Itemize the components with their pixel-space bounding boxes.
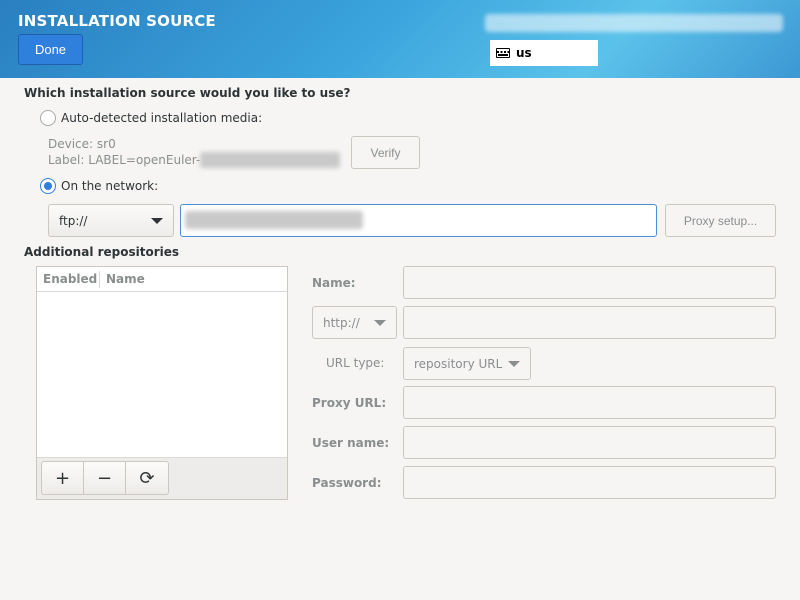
source-question: Which installation source would you like…: [24, 86, 351, 100]
redacted-media-label: [200, 152, 340, 168]
media-label-info: Label: LABEL=openEuler-: [48, 153, 201, 167]
refresh-repo-button[interactable]: ⟳: [126, 462, 168, 494]
url-type-value: repository URL: [414, 356, 503, 371]
chevron-down-icon: [508, 360, 520, 367]
keyboard-layout-indicator[interactable]: us: [490, 40, 598, 66]
column-divider: [99, 271, 100, 288]
refresh-icon: ⟳: [139, 467, 155, 489]
network-label[interactable]: On the network:: [61, 179, 158, 193]
auto-detected-radio[interactable]: [40, 110, 56, 126]
page-title: INSTALLATION SOURCE: [18, 12, 216, 30]
col-name[interactable]: Name: [106, 272, 145, 286]
device-info: Device: sr0: [48, 137, 116, 151]
user-name-label: User name:: [312, 436, 390, 450]
add-repo-button[interactable]: +: [42, 462, 84, 494]
network-protocol-dropdown[interactable]: ftp://: [48, 204, 174, 237]
repo-name-label: Name:: [312, 276, 356, 290]
minus-icon: −: [96, 467, 113, 489]
chevron-down-icon: [151, 217, 163, 224]
redacted-product-banner: [485, 14, 783, 32]
repo-protocol-value: http://: [323, 315, 360, 330]
network-radio[interactable]: [40, 178, 56, 194]
repo-list-header: Enabled Name: [37, 267, 287, 292]
repo-list-panel: Enabled Name + − ⟳: [36, 266, 288, 500]
repo-protocol-dropdown[interactable]: http://: [312, 306, 397, 339]
header-bar: INSTALLATION SOURCE Done us: [0, 0, 800, 78]
col-enabled[interactable]: Enabled: [43, 272, 97, 286]
repo-toolbar: + − ⟳: [37, 457, 287, 499]
proxy-url-input[interactable]: [403, 386, 776, 419]
auto-detected-label[interactable]: Auto-detected installation media:: [61, 111, 262, 125]
network-protocol-value: ftp://: [59, 213, 88, 228]
keyboard-layout-label: us: [516, 46, 532, 60]
plus-icon: +: [54, 467, 71, 489]
additional-repos-title: Additional repositories: [24, 245, 180, 259]
password-label: Password:: [312, 476, 382, 490]
redacted-network-url: [185, 211, 363, 229]
chevron-down-icon: [374, 319, 386, 326]
verify-button[interactable]: Verify: [351, 136, 420, 169]
done-button[interactable]: Done: [18, 34, 83, 65]
repo-button-group: + − ⟳: [41, 461, 169, 495]
password-input[interactable]: [403, 466, 776, 499]
keyboard-icon: [496, 48, 510, 58]
user-name-input[interactable]: [403, 426, 776, 459]
repo-url-input[interactable]: [403, 306, 776, 339]
proxy-setup-button[interactable]: Proxy setup...: [665, 204, 776, 237]
url-type-dropdown[interactable]: repository URL: [403, 347, 531, 380]
repo-name-input[interactable]: [403, 266, 776, 299]
remove-repo-button[interactable]: −: [84, 462, 126, 494]
url-type-label: URL type:: [326, 356, 385, 370]
proxy-url-label: Proxy URL:: [312, 396, 387, 410]
